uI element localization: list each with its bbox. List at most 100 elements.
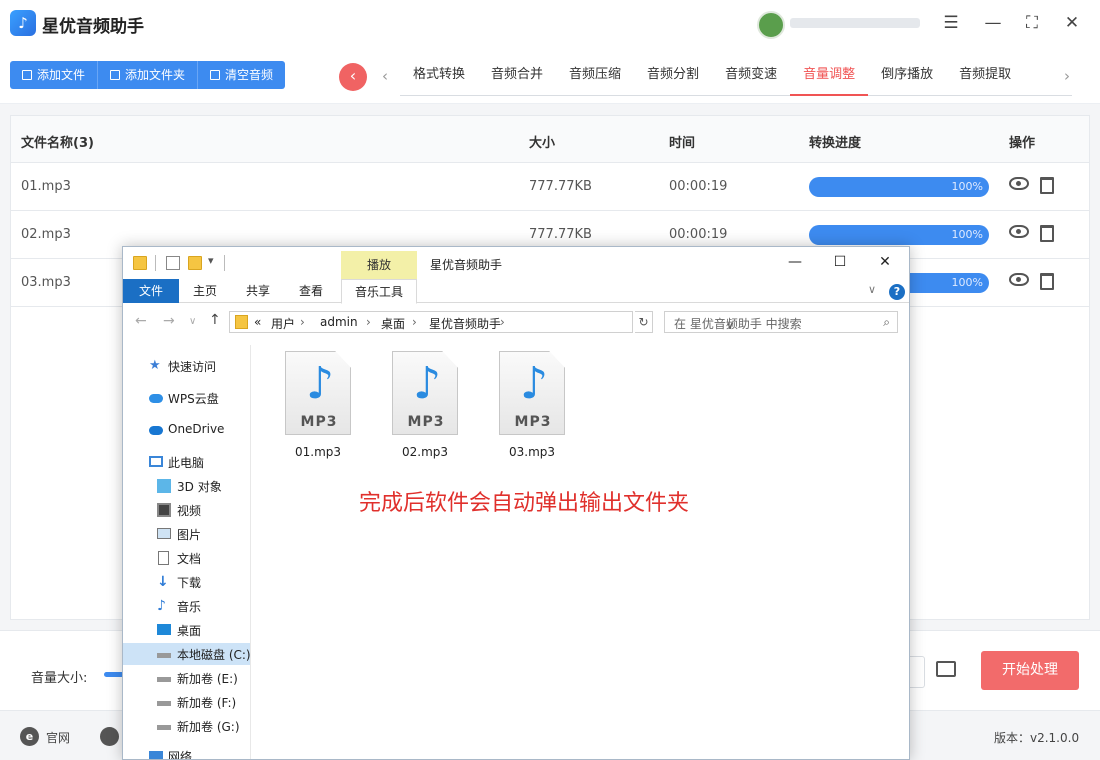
file-item[interactable]: ♪ MP3 03.mp3 (497, 351, 575, 461)
progress-bar: 100% (809, 177, 989, 197)
sidebar-item-local-disk-c[interactable]: 本地磁盘 (C:) (123, 643, 251, 665)
desktop-icon (157, 624, 171, 635)
settings-icon[interactable]: ☰ (940, 12, 962, 34)
recent-locations-icon[interactable]: ∨ (189, 316, 196, 327)
cloud-icon (149, 426, 163, 435)
preview-eye-icon[interactable] (1009, 225, 1029, 238)
tabs-scroll-right-icon[interactable]: › (1064, 67, 1070, 85)
sidebar-item-quick-access[interactable]: ★ 快速访问 (123, 355, 250, 377)
tab-audio-extract[interactable]: 音频提取 (946, 56, 1024, 96)
sidebar-item-3d-objects[interactable]: 3D 对象 (123, 475, 250, 497)
delete-trash-icon[interactable] (1040, 225, 1054, 242)
header-progress: 转换进度 (809, 136, 862, 151)
close-icon[interactable]: ✕ (1061, 12, 1083, 34)
breadcrumb-overflow[interactable]: « (254, 315, 261, 329)
sidebar-item-downloads[interactable]: ↓ 下载 (123, 571, 250, 593)
add-file-button[interactable]: 添加文件 (10, 61, 99, 89)
tab-audio-speed[interactable]: 音频变速 (712, 56, 790, 96)
download-icon: ↓ (157, 574, 169, 590)
file-name: 03.mp3 (508, 445, 556, 459)
sidebar-item-pictures[interactable]: 图片 (123, 523, 250, 545)
user-avatar[interactable] (757, 11, 785, 39)
tab-volume-adjust[interactable]: 音量调整 (790, 56, 869, 96)
tab-audio-compress[interactable]: 音频压缩 (556, 56, 634, 96)
back-arrow-icon[interactable]: ← (135, 313, 147, 329)
breadcrumb-separator: › (412, 315, 417, 329)
preview-eye-icon[interactable] (1009, 273, 1029, 286)
ribbon-tab-home[interactable]: 主页 (193, 279, 217, 303)
delete-trash-icon[interactable] (1040, 273, 1054, 290)
website-icon[interactable]: e (20, 727, 39, 746)
website-link[interactable]: 官网 (46, 729, 70, 746)
ribbon-tab-file[interactable]: 文件 (123, 279, 179, 303)
volume-slider[interactable] (104, 672, 124, 677)
forward-arrow-icon[interactable]: → (163, 313, 175, 329)
header-file-name: 文件名称(3) (21, 136, 94, 151)
search-input[interactable]: 在 星优音频助手 中搜索 ⌕ (664, 311, 898, 333)
breadcrumb-current[interactable]: 星优音频助手 (429, 315, 501, 332)
back-button[interactable]: ‹ (339, 63, 367, 91)
document-icon (158, 551, 169, 565)
customize-quick-access-icon[interactable]: ▾ (208, 254, 214, 267)
refresh-icon[interactable]: ↻ (635, 311, 653, 333)
sidebar-item-network[interactable]: 网络 (123, 745, 250, 759)
sidebar-item-volume-e[interactable]: 新加卷 (E:) (123, 667, 250, 689)
sidebar-item-desktop[interactable]: 桌面 (123, 619, 250, 641)
properties-icon[interactable] (166, 256, 180, 270)
folder-icon (133, 256, 147, 270)
file-item[interactable]: ♪ MP3 01.mp3 (283, 351, 361, 461)
play-context-tab[interactable]: 播放 (341, 251, 417, 279)
film-icon (157, 503, 171, 517)
up-arrow-icon[interactable]: ↑ (209, 312, 221, 328)
tab-reverse-play[interactable]: 倒序播放 (868, 56, 946, 96)
tab-format-convert[interactable]: 格式转换 (400, 56, 478, 96)
delete-trash-icon[interactable] (1040, 177, 1054, 194)
sidebar-item-volume-g[interactable]: 新加卷 (G:) (123, 715, 250, 737)
ribbon-tab-music-tools[interactable]: 音乐工具 (341, 279, 417, 304)
breadcrumb-users[interactable]: 用户 (271, 315, 295, 332)
explorer-minimize-icon[interactable]: — (785, 254, 805, 270)
sidebar-item-label: 下载 (177, 576, 202, 590)
user-name-placeholder[interactable] (790, 18, 920, 28)
new-folder-icon[interactable] (188, 256, 202, 270)
expand-ribbon-icon[interactable]: ∨ (868, 283, 876, 296)
volume-label: 音量大小: (31, 671, 88, 686)
ribbon-tab-view[interactable]: 查看 (299, 279, 323, 303)
preview-eye-icon[interactable] (1009, 177, 1029, 190)
address-bar[interactable]: « 用户 › admin › 桌面 › 星优音频助手 › ∨ (229, 311, 734, 333)
breadcrumb-admin[interactable]: admin (320, 315, 358, 329)
open-folder-icon[interactable] (936, 661, 956, 677)
sidebar-item-documents[interactable]: 文档 (123, 547, 250, 569)
clear-audio-button[interactable]: 清空音频 (198, 61, 286, 89)
minimize-icon[interactable]: — (982, 12, 1004, 34)
navigation-pane: ★ 快速访问 WPS云盘 OneDrive 此电脑 3D 对象 视频 图片 文档… (123, 345, 251, 759)
sidebar-item-music[interactable]: ♪ 音乐 (123, 595, 250, 617)
sidebar-item-volume-f[interactable]: 新加卷 (F:) (123, 691, 250, 713)
tab-audio-split[interactable]: 音频分割 (634, 56, 712, 96)
sidebar-item-label: 新加卷 (G:) (177, 720, 240, 734)
maximize-icon[interactable]: ⛶ (1021, 12, 1043, 34)
add-folder-button[interactable]: 添加文件夹 (98, 61, 199, 89)
explorer-maximize-icon[interactable]: ☐ (830, 254, 850, 270)
tabs-scroll-left-icon[interactable]: ‹ (382, 67, 388, 85)
file-name: 03.mp3 (21, 275, 71, 290)
table-row[interactable]: 01.mp3 777.77KB 00:00:19 100% (11, 163, 1089, 211)
sidebar-item-this-pc[interactable]: 此电脑 (123, 451, 250, 473)
help-icon[interactable]: ? (889, 284, 905, 300)
sidebar-item-label: 文档 (177, 552, 202, 566)
chat-icon[interactable] (100, 727, 119, 746)
sidebar-item-onedrive[interactable]: OneDrive (123, 419, 250, 441)
mp3-file-icon: ♪ MP3 (285, 351, 351, 435)
music-note-icon: ♪ (413, 358, 442, 409)
tab-audio-merge[interactable]: 音频合并 (478, 56, 556, 96)
explorer-close-icon[interactable]: ✕ (875, 254, 895, 270)
sidebar-item-wps-cloud[interactable]: WPS云盘 (123, 387, 250, 409)
sidebar-item-videos[interactable]: 视频 (123, 499, 250, 521)
breadcrumb-desktop[interactable]: 桌面 (381, 315, 405, 332)
header-size: 大小 (529, 136, 556, 151)
start-process-button[interactable]: 开始处理 (981, 651, 1079, 690)
file-item[interactable]: ♪ MP3 02.mp3 (390, 351, 468, 461)
ribbon-tab-share[interactable]: 共享 (246, 279, 270, 303)
app-title: 星优音频助手 (42, 17, 144, 37)
progress-text: 100% (951, 180, 983, 193)
